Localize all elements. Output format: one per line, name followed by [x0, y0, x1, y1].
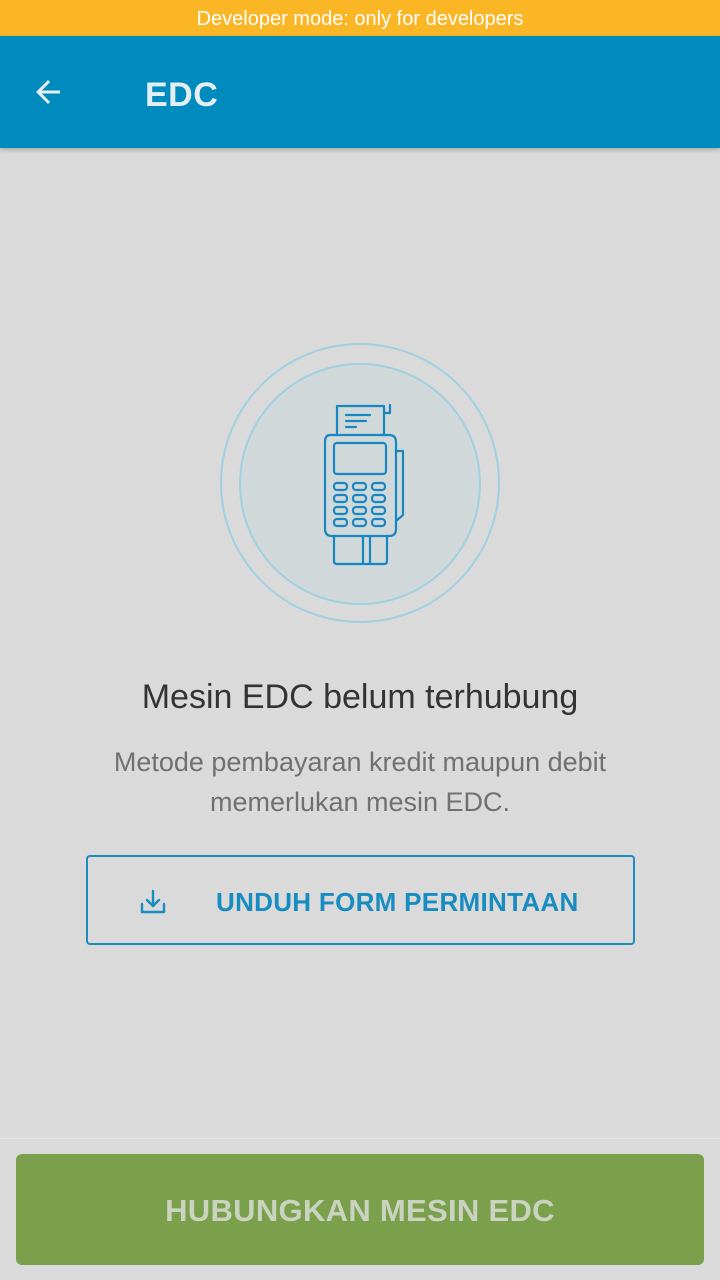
developer-mode-banner: Developer mode: only for developers: [0, 0, 720, 36]
download-button-label: UNDUH FORM PERMINTAAN: [216, 887, 579, 917]
app-bar: EDC: [0, 36, 720, 148]
edc-machine-icon: [220, 343, 500, 623]
empty-state-title: Mesin EDC belum terhubung: [141, 678, 579, 716]
page-title: EDC: [145, 76, 219, 114]
arrow-left-icon: [36, 80, 60, 104]
back-button[interactable]: [20, 64, 76, 120]
edc-illustration: [220, 343, 500, 623]
download-icon: [140, 889, 166, 914]
empty-state-description: Metode pembayaran kredit maupun debit me…: [113, 747, 607, 817]
developer-mode-text: Developer mode: only for developers: [196, 8, 524, 30]
connect-edc-button[interactable]: HUBUNGKAN MESIN EDC: [16, 1154, 704, 1265]
download-request-form-button[interactable]: UNDUH FORM PERMINTAAN: [86, 855, 635, 945]
